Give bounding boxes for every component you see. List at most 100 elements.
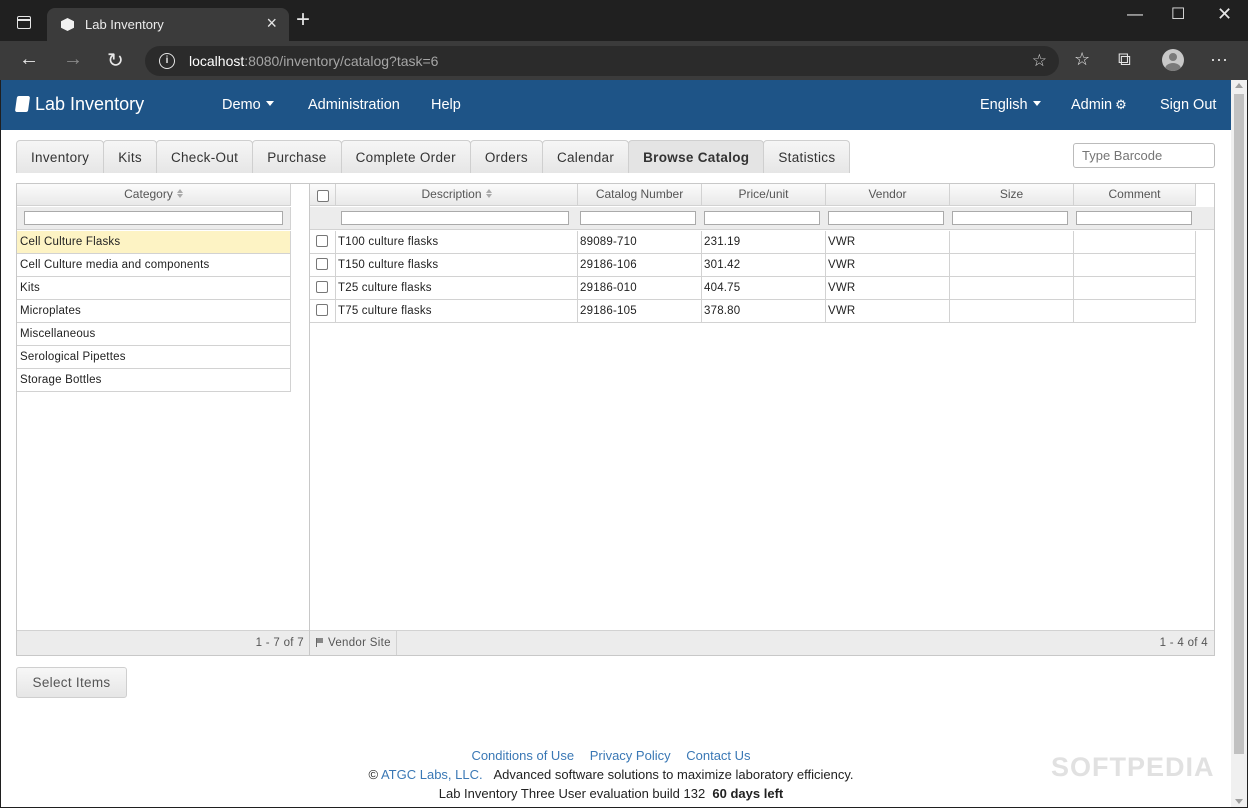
category-header[interactable]: Category (17, 184, 291, 206)
more-menu-icon[interactable]: ··· (1210, 49, 1228, 70)
comment-filter-input[interactable] (1076, 211, 1192, 225)
description-filter-input[interactable] (341, 211, 569, 225)
vendor-site-button[interactable]: Vendor Site (316, 631, 397, 655)
row-checkbox[interactable] (316, 281, 328, 293)
tab-check-out[interactable]: Check-Out (155, 140, 254, 173)
days-left: 60 days left (712, 786, 784, 801)
new-tab-icon[interactable]: + (296, 8, 310, 32)
close-window-icon[interactable]: ✕ (1217, 4, 1232, 25)
tab-browse-catalog[interactable]: Browse Catalog (628, 140, 765, 173)
cell-price: 378.80 (702, 300, 826, 323)
row-checkbox[interactable] (316, 235, 328, 247)
scroll-down-icon[interactable] (1235, 799, 1243, 804)
category-row[interactable]: Storage Bottles (17, 369, 291, 392)
sign-out-link[interactable]: Sign Out (1160, 97, 1216, 113)
help-link[interactable]: Help (431, 97, 461, 113)
maximize-icon[interactable]: ☐ (1171, 4, 1185, 24)
col-comment[interactable]: Comment (1074, 184, 1196, 206)
col-vendor[interactable]: Vendor (826, 184, 950, 206)
items-pager-text: 1 - 4 of 4 (1159, 637, 1208, 649)
tab-orders[interactable]: Orders (469, 140, 543, 173)
site-info-icon[interactable]: i (159, 53, 175, 69)
refresh-icon[interactable]: ↻ (107, 48, 124, 73)
page-scrollbar[interactable] (1231, 80, 1247, 807)
size-filter-input[interactable] (952, 211, 1068, 225)
tab-actions-icon[interactable] (17, 16, 31, 29)
category-pager: 1 - 7 of 7 (17, 630, 309, 655)
app-navbar: Lab Inventory Demo Administration Help E… (1, 80, 1231, 130)
administration-link[interactable]: Administration (308, 97, 400, 113)
tab-complete-order[interactable]: Complete Order (340, 140, 471, 173)
demo-menu[interactable]: Demo (222, 97, 274, 113)
tab-calendar[interactable]: Calendar (541, 140, 630, 173)
address-bar[interactable]: i localhost:8080/inventory/catalog?task=… (145, 46, 1059, 76)
footer-copyright: © ATGC Labs, LLC. Advanced software solu… (368, 767, 854, 782)
row-checkbox[interactable] (316, 258, 328, 270)
cell-catalog-number: 29186-106 (578, 254, 702, 277)
vendor-filter-input[interactable] (828, 211, 944, 225)
tagline: Advanced software solutions to maximize … (493, 767, 854, 782)
category-row[interactable]: Microplates (17, 300, 291, 323)
sort-icon (486, 189, 492, 198)
forward-icon[interactable]: → (63, 48, 83, 71)
price-filter-input[interactable] (704, 211, 820, 225)
tab-title: Lab Inventory (85, 17, 164, 32)
admin-menu[interactable]: Admin ⚙ (1071, 97, 1127, 113)
tab-statistics[interactable]: Statistics (763, 140, 851, 173)
cell-comment (1074, 231, 1196, 254)
back-icon[interactable]: ← (19, 48, 39, 71)
url-text: localhost:8080/inventory/catalog?task=6 (189, 53, 439, 69)
col-description[interactable]: Description (335, 184, 578, 206)
language-menu[interactable]: English (980, 97, 1041, 113)
category-row[interactable]: Kits (17, 277, 291, 300)
scroll-up-icon[interactable] (1235, 83, 1243, 88)
cell-vendor: VWR (826, 231, 950, 254)
category-row[interactable]: Miscellaneous (17, 323, 291, 346)
profile-avatar[interactable] (1162, 49, 1184, 71)
items-pager: Vendor Site 1 - 4 of 4 (310, 630, 1214, 655)
cell-vendor: VWR (826, 277, 950, 300)
cell-comment (1074, 300, 1196, 323)
tab-close-icon[interactable]: × (266, 13, 277, 34)
minimize-icon[interactable]: — (1127, 6, 1143, 24)
col-size[interactable]: Size (950, 184, 1074, 206)
tab-inventory[interactable]: Inventory (16, 140, 105, 173)
cell-price: 231.19 (702, 231, 826, 254)
favorites-icon[interactable]: ☆ (1074, 49, 1090, 70)
items-panel: Description Catalog Number Price/unit Ve… (310, 184, 1214, 655)
tab-favicon-icon (61, 18, 74, 31)
catalog-number-filter-input[interactable] (580, 211, 696, 225)
catalog-grid: Category Cell Culture Flasks Cell Cultur… (16, 183, 1215, 656)
scroll-thumb[interactable] (1234, 94, 1244, 754)
cell-catalog-number: 89089-710 (578, 231, 702, 254)
row-checkbox[interactable] (316, 304, 328, 316)
privacy-policy-link[interactable]: Privacy Policy (590, 748, 671, 763)
cell-size (950, 254, 1074, 277)
add-favorite-icon[interactable]: ☆ (1032, 51, 1047, 71)
select-all-checkbox[interactable] (317, 190, 329, 202)
browser-tab[interactable]: Lab Inventory × (47, 8, 289, 41)
tab-purchase[interactable]: Purchase (252, 140, 342, 173)
cell-description: T150 culture flasks (335, 254, 578, 277)
category-row[interactable]: Cell Culture Flasks (17, 231, 291, 254)
book-icon (14, 96, 31, 112)
caret-down-icon (1032, 101, 1041, 106)
category-row[interactable]: Cell Culture media and components (17, 254, 291, 277)
conditions-of-use-link[interactable]: Conditions of Use (471, 748, 574, 763)
col-catalog-number[interactable]: Catalog Number (578, 184, 702, 206)
col-price[interactable]: Price/unit (702, 184, 826, 206)
category-filter-input[interactable] (24, 211, 283, 225)
cell-catalog-number: 29186-010 (578, 277, 702, 300)
cell-description: T75 culture flasks (335, 300, 578, 323)
company-link[interactable]: ATGC Labs, LLC. (381, 767, 483, 782)
barcode-input[interactable] (1073, 143, 1215, 168)
category-row[interactable]: Serological Pipettes (17, 346, 291, 369)
cell-vendor: VWR (826, 254, 950, 277)
collections-icon[interactable]: ⧉ (1118, 49, 1131, 70)
select-items-button[interactable]: Select Items (16, 667, 127, 698)
contact-us-link[interactable]: Contact Us (686, 748, 750, 763)
softpedia-watermark: SOFTPEDIA (1051, 752, 1215, 782)
brand[interactable]: Lab Inventory (14, 94, 144, 115)
tab-kits[interactable]: Kits (103, 140, 157, 173)
gear-icon: ⚙ (1115, 97, 1127, 112)
